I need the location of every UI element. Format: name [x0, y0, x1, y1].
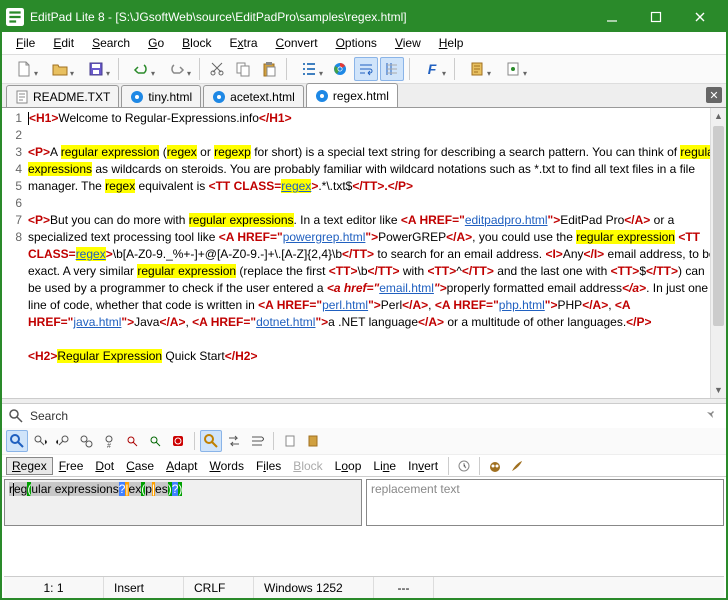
search-label: Search — [30, 409, 698, 423]
menu-view[interactable]: View — [387, 34, 429, 52]
tab-label: tiny.html — [148, 90, 192, 104]
replace-next-button[interactable] — [223, 430, 245, 452]
save-file-button[interactable] — [79, 57, 113, 81]
menu-help[interactable]: Help — [431, 34, 472, 52]
search-toolbar: # — [2, 428, 726, 454]
search-icon — [8, 408, 24, 424]
status-eol[interactable]: CRLF — [184, 577, 254, 598]
opt-case[interactable]: Case — [120, 457, 160, 475]
highlight-button[interactable] — [121, 430, 143, 452]
opt-invert[interactable]: Invert — [402, 457, 444, 475]
code-content[interactable]: <H1>Welcome to Regular-Expressions.info<… — [26, 108, 726, 398]
menu-go[interactable]: Go — [140, 34, 172, 52]
search-options: Regex Free Dot Case Adapt Words Files Bl… — [2, 454, 726, 476]
opt-block[interactable]: Block — [287, 457, 328, 475]
find-all-button[interactable] — [75, 430, 97, 452]
menu-options[interactable]: Options — [328, 34, 385, 52]
tab-acetext[interactable]: acetext.html — [203, 85, 304, 107]
search-fields: reg(ular expressions?|ex(p|es)?) replace… — [2, 476, 726, 528]
tab-close-button[interactable]: ✕ — [706, 87, 722, 103]
minimize-button[interactable] — [590, 3, 634, 31]
scrollbar-thumb[interactable] — [713, 126, 724, 326]
menu-edit[interactable]: Edit — [45, 34, 82, 52]
tools2-button[interactable] — [496, 57, 530, 81]
fold-button[interactable] — [144, 430, 166, 452]
close-button[interactable] — [678, 3, 722, 31]
status-encoding[interactable]: Windows 1252 — [254, 577, 374, 598]
new-file-button[interactable] — [7, 57, 41, 81]
tab-tiny[interactable]: tiny.html — [121, 85, 201, 107]
indent-guides-button[interactable] — [380, 57, 404, 81]
status-insert[interactable]: Insert — [104, 577, 184, 598]
tab-label: README.TXT — [33, 90, 110, 104]
menubar: File Edit Search Go Block Extra Convert … — [2, 32, 726, 54]
paste-button[interactable] — [257, 57, 281, 81]
open-file-button[interactable] — [43, 57, 77, 81]
scroll-up-icon[interactable]: ▲ — [711, 108, 726, 124]
undo-button[interactable] — [124, 57, 158, 81]
font-button[interactable]: F — [415, 57, 449, 81]
redo-button[interactable] — [160, 57, 194, 81]
main-toolbar: F — [2, 54, 726, 84]
tab-regex[interactable]: regex.html — [306, 83, 398, 107]
statusbar: 1: 1 Insert CRLF Windows 1252 --- — [4, 576, 724, 598]
opt-regex[interactable]: Regex — [6, 457, 53, 475]
instant-button[interactable] — [167, 430, 189, 452]
replace-all-button[interactable] — [246, 430, 268, 452]
line-gutter: 123 4 5 67 8 — [2, 108, 26, 398]
menu-convert[interactable]: Convert — [268, 34, 326, 52]
app-icon — [6, 8, 24, 26]
menu-file[interactable]: File — [8, 34, 43, 52]
opt-favorites-button[interactable] — [453, 455, 475, 477]
opt-files[interactable]: Files — [250, 457, 287, 475]
opt-dot[interactable]: Dot — [89, 457, 120, 475]
menu-extra[interactable]: Extra — [222, 34, 266, 52]
copy-button[interactable] — [231, 57, 255, 81]
browser-button[interactable] — [328, 57, 352, 81]
count-button[interactable]: # — [98, 430, 120, 452]
opt-free[interactable]: Free — [53, 457, 90, 475]
menu-block[interactable]: Block — [174, 34, 219, 52]
txt-icon — [15, 90, 29, 104]
html-icon — [315, 89, 329, 103]
wrap-button[interactable] — [354, 57, 378, 81]
html-icon — [212, 90, 226, 104]
find-button[interactable] — [6, 430, 28, 452]
search-header: Search — [2, 404, 726, 428]
tab-label: acetext.html — [230, 90, 295, 104]
editor-area[interactable]: 123 4 5 67 8 <H1>Welcome to Regular-Expr… — [2, 108, 726, 398]
vertical-scrollbar[interactable]: ▲ ▼ — [710, 108, 726, 398]
tab-readme[interactable]: README.TXT — [6, 85, 119, 107]
replace-input[interactable]: replacement text — [366, 479, 724, 526]
pin-icon[interactable] — [704, 408, 720, 424]
replace-button[interactable] — [200, 430, 222, 452]
maximize-button[interactable] — [634, 3, 678, 31]
find-next-button[interactable] — [29, 430, 51, 452]
search-input[interactable]: reg(ular expressions?|ex(p|es)?) — [4, 479, 362, 526]
paste-search-button[interactable] — [302, 430, 324, 452]
opt-line[interactable]: Line — [367, 457, 402, 475]
menu-search[interactable]: Search — [84, 34, 138, 52]
opt-words[interactable]: Words — [203, 457, 249, 475]
tab-label: regex.html — [333, 89, 389, 103]
tabbar: README.TXT tiny.html acetext.html regex.… — [2, 84, 726, 108]
svg-text:#: # — [107, 443, 111, 448]
find-prev-button[interactable] — [52, 430, 74, 452]
status-position[interactable]: 1: 1 — [4, 577, 104, 598]
html-icon — [130, 90, 144, 104]
copy-search-button[interactable] — [279, 430, 301, 452]
tools1-button[interactable] — [460, 57, 494, 81]
opt-loop[interactable]: Loop — [329, 457, 368, 475]
scroll-down-icon[interactable]: ▼ — [711, 382, 726, 398]
window-title: EditPad Lite 8 - [S:\JGsoftWeb\source\Ed… — [30, 10, 590, 24]
opt-owl-icon[interactable] — [484, 455, 506, 477]
opt-feather-icon[interactable] — [506, 455, 528, 477]
list-button[interactable] — [292, 57, 326, 81]
cut-button[interactable] — [205, 57, 229, 81]
status-misc: --- — [374, 577, 434, 598]
titlebar: EditPad Lite 8 - [S:\JGsoftWeb\source\Ed… — [2, 2, 726, 32]
opt-adapt[interactable]: Adapt — [160, 457, 203, 475]
